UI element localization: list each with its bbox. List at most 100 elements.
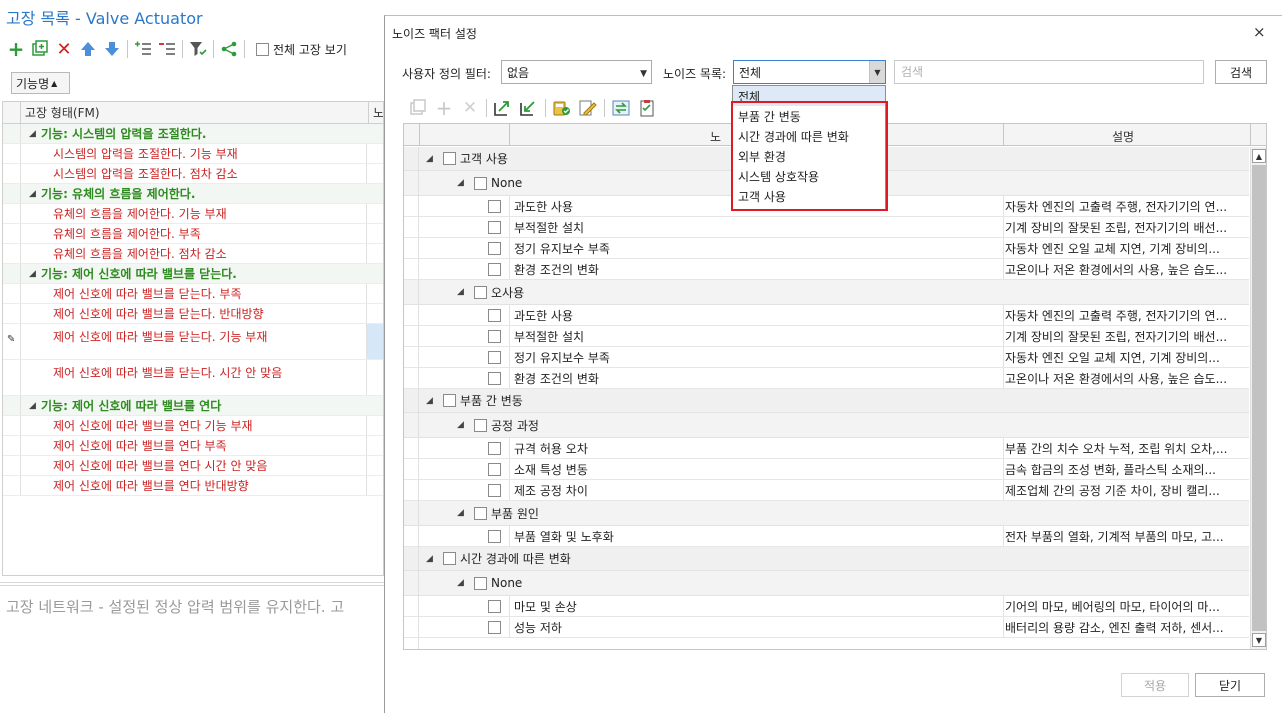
add-icon[interactable]: + [4, 37, 28, 61]
noise-factor-row[interactable]: 정기 유지보수 부족 자동차 엔진 오일 교체 지연, 기계 장비의... [404, 238, 1249, 259]
selected-cell[interactable] [367, 324, 383, 359]
failure-mode-row[interactable]: 제어 신호에 따라 밸브를 닫는다. 반대방향 [3, 304, 383, 324]
row-header-cell[interactable] [3, 224, 21, 243]
row-header-cell[interactable] [3, 476, 21, 495]
vertical-scrollbar[interactable]: ▲ ▼ [1250, 147, 1266, 649]
dropdown-option[interactable]: 고객 사용 [733, 186, 885, 206]
noise-factor-row[interactable]: 마모 및 손상 기어의 마모, 베어링의 마모, 타이어의 마... [404, 596, 1249, 617]
noise-factor-row[interactable]: 규격 허용 오차 부품 간의 치수 오차 누적, 조립 위치 오차,... [404, 438, 1249, 459]
failure-mode-row[interactable]: 제어 신호에 따라 밸브를 닫는다. 시간 안 맞음 [3, 360, 383, 396]
row-checkbox[interactable] [488, 199, 501, 213]
noise-factor-row[interactable]: 제조 공정 차이 제조업체 간의 공정 기준 차이, 장비 캘리... [404, 480, 1249, 501]
column-header-noise[interactable]: 노 [369, 102, 383, 123]
row-header-cell[interactable] [3, 244, 21, 263]
noise-factor-row[interactable]: 성능 저하 배터리의 용량 감소, 엔진 출력 저하, 센서... [404, 617, 1249, 638]
apply-button[interactable]: 적용 [1121, 673, 1189, 697]
row-header-cell[interactable] [3, 416, 21, 435]
row-checkbox[interactable] [488, 441, 501, 455]
collapse-icon[interactable]: ◢ [457, 287, 464, 297]
scroll-up-icon[interactable]: ▲ [1252, 149, 1266, 163]
noise-factor-row[interactable]: 부품 열화 및 노후화 전자 부품의 열화, 기계적 부품의 마모, 고... [404, 526, 1249, 547]
search-input[interactable] [894, 60, 1204, 84]
noise-group-row[interactable]: ◢ 시간 경과에 따른 변화 [404, 547, 1249, 571]
noise-group-row[interactable]: ◢ None [404, 571, 1249, 596]
failure-mode-row[interactable]: 유체의 흐름을 제어한다. 부족 [3, 224, 383, 244]
function-row[interactable]: ◢ 기능: 제어 신호에 따라 밸브를 닫는다. [3, 264, 383, 284]
delete-icon[interactable]: ✕ [52, 38, 76, 60]
row-checkbox[interactable] [474, 285, 487, 299]
failure-mode-row[interactable]: 유체의 흐름을 제어한다. 기능 부재 [3, 204, 383, 224]
row-header-cell[interactable] [3, 264, 21, 283]
failure-mode-row[interactable]: 시스템의 압력을 조절한다. 기능 부재 [3, 144, 383, 164]
failure-mode-row[interactable]: 제어 신호에 따라 밸브를 연다 기능 부재 [3, 416, 383, 436]
failure-mode-row[interactable]: 제어 신호에 따라 밸브를 닫는다. 기능 부재 ✎ [3, 324, 383, 360]
collapse-all-icon[interactable] [516, 97, 542, 119]
pane-splitter[interactable] [0, 582, 386, 586]
row-header-cell[interactable] [3, 436, 21, 455]
noise-group-row[interactable]: ◢ 공정 과정 [404, 413, 1249, 438]
collapse-icon[interactable]: ◢ [29, 401, 36, 411]
row-checkbox[interactable] [474, 176, 487, 190]
failure-mode-row[interactable]: 유체의 흐름을 제어한다. 점차 감소 [3, 244, 383, 264]
failure-mode-row[interactable]: 제어 신호에 따라 밸브를 연다 시간 안 맞음 [3, 456, 383, 476]
dropdown-option[interactable]: 시간 경과에 따른 변화 [733, 126, 885, 146]
chevron-down-icon[interactable]: ▼ [869, 61, 885, 83]
row-checkbox[interactable] [488, 483, 501, 497]
collapse-icon[interactable]: ◢ [29, 189, 36, 199]
move-down-icon[interactable] [100, 38, 124, 60]
function-row[interactable]: ◢ 기능: 제어 신호에 따라 밸브를 연다 [3, 396, 383, 416]
row-checkbox[interactable] [488, 529, 501, 543]
collapse-icon[interactable]: ◢ [457, 420, 464, 430]
show-all-checkbox[interactable] [256, 42, 269, 56]
failure-mode-row[interactable]: 제어 신호에 따라 밸브를 연다 반대방향 [3, 476, 383, 496]
close-icon[interactable]: × [1253, 23, 1266, 41]
noise-factor-row[interactable]: 환경 조건의 변화 고온이나 저온 환경에서의 사용, 높은 습도... [404, 259, 1249, 280]
function-row[interactable]: ◢ 기능: 시스템의 압력을 조절한다. [3, 124, 383, 144]
user-filter-select[interactable]: 없음 ▼ [501, 60, 652, 84]
scrollbar-thumb[interactable] [1252, 165, 1266, 631]
noise-group-row[interactable]: ◢ 부품 간 변동 [404, 389, 1249, 413]
row-checkbox[interactable] [488, 350, 501, 364]
move-up-icon[interactable] [76, 38, 100, 60]
scroll-down-icon[interactable]: ▼ [1252, 633, 1266, 647]
column-header-failure-mode[interactable]: 고장 형태(FM) [21, 102, 370, 123]
search-button[interactable]: 검색 [1215, 60, 1267, 84]
row-header-cell[interactable] [3, 184, 21, 203]
row-checkbox[interactable] [474, 506, 487, 520]
noise-group-row[interactable]: ◢ 부품 원인 [404, 501, 1249, 526]
row-header-cell[interactable] [3, 396, 21, 415]
filter-icon[interactable] [186, 38, 210, 60]
noise-factor-row[interactable]: 소재 특성 변동 금속 합금의 조성 변화, 플라스틱 소재의... [404, 459, 1249, 480]
row-checkbox[interactable] [474, 418, 487, 432]
noise-factor-row[interactable]: 환경 조건의 변화 고온이나 저온 환경에서의 사용, 높은 습도... [404, 368, 1249, 389]
collapse-icon[interactable]: ◢ [426, 154, 433, 164]
collapse-icon[interactable]: ◢ [457, 178, 464, 188]
row-header-cell[interactable] [3, 304, 21, 323]
row-checkbox[interactable] [488, 262, 501, 276]
show-all-failures-toggle[interactable]: 전체 고장 보기 [256, 41, 347, 58]
row-header-cell[interactable] [3, 360, 21, 395]
row-checkbox[interactable] [488, 308, 501, 322]
collapse-icon[interactable]: ◢ [426, 396, 433, 406]
collapse-icon[interactable]: ◢ [29, 269, 36, 279]
edit-note-icon[interactable] [575, 97, 601, 119]
row-header-cell[interactable] [3, 164, 21, 183]
failure-mode-row[interactable]: 시스템의 압력을 조절한다. 점차 감소 [3, 164, 383, 184]
collapse-icon[interactable]: ◢ [29, 129, 36, 139]
row-checkbox[interactable] [488, 620, 501, 634]
row-checkbox[interactable] [443, 394, 456, 407]
expand-all-icon[interactable] [490, 97, 516, 119]
dropdown-option[interactable]: 전체 [733, 86, 885, 106]
row-header-cell[interactable] [3, 144, 21, 163]
failure-mode-row[interactable]: 제어 신호에 따라 밸브를 연다 부족 [3, 436, 383, 456]
row-header-cell[interactable] [3, 124, 21, 143]
collapse-icon[interactable]: ◢ [457, 508, 464, 518]
dropdown-option[interactable]: 시스템 상호작용 [733, 166, 885, 186]
row-checkbox[interactable] [443, 152, 456, 165]
add-icon[interactable]: + [431, 96, 457, 120]
noise-library-icon[interactable] [549, 97, 575, 119]
transfer-icon[interactable] [608, 97, 634, 119]
row-checkbox[interactable] [488, 220, 501, 234]
add-child-icon[interactable] [28, 38, 52, 60]
noise-factor-row[interactable]: 정기 유지보수 부족 자동차 엔진 오일 교체 지연, 기계 장비의... [404, 347, 1249, 368]
